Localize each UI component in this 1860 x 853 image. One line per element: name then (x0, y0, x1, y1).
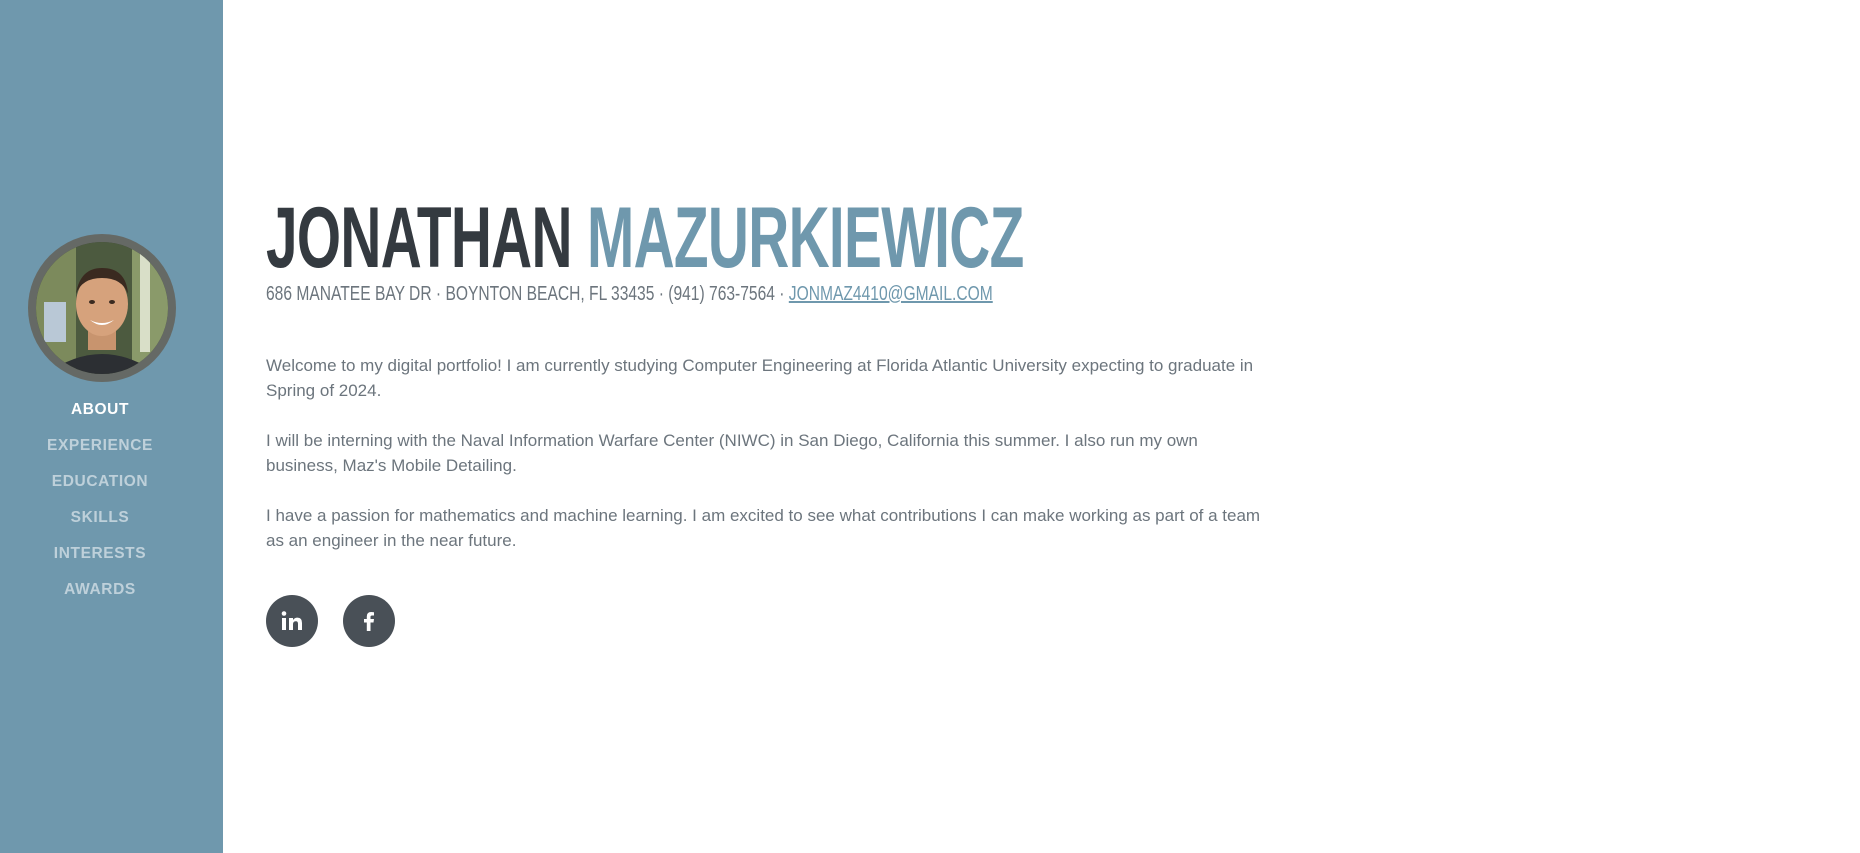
address-text: 686 MANATEE BAY DR · BOYNTON BEACH, FL 3… (266, 283, 789, 305)
profile-photo (36, 242, 168, 374)
nav-item-skills[interactable]: SKILLS (0, 506, 200, 542)
nav-item-education[interactable]: EDUCATION (0, 470, 200, 506)
nav-item-interests[interactable]: INTERESTS (0, 542, 200, 578)
sidebar: ABOUT EXPERIENCE EDUCATION SKILLS INTERE… (0, 0, 223, 853)
about-paragraph-3: I have a passion for mathematics and mac… (266, 506, 1261, 550)
page-title: JONATHAN MAZURKIEWICZ (266, 188, 1024, 288)
email-link[interactable]: JONMAZ4410@GMAIL.COM (789, 283, 993, 305)
nav-item-experience[interactable]: EXPERIENCE (0, 434, 200, 470)
sidebar-nav: ABOUT EXPERIENCE EDUCATION SKILLS INTERE… (0, 398, 200, 614)
about-paragraph-2: I will be interning with the Naval Infor… (266, 431, 1198, 475)
facebook-icon (364, 612, 374, 631)
facebook-button[interactable] (343, 595, 395, 647)
first-name: JONATHAN (266, 190, 573, 286)
profile-avatar[interactable] (28, 234, 176, 382)
nav-item-awards[interactable]: AWARDS (0, 578, 200, 614)
linkedin-icon (281, 611, 302, 630)
last-name: MAZURKIEWICZ (586, 190, 1024, 286)
about-paragraph-1: Welcome to my digital portfolio! I am cu… (266, 356, 1254, 400)
nav-item-about[interactable]: ABOUT (0, 398, 200, 434)
contact-line: 686 MANATEE BAY DR · BOYNTON BEACH, FL 3… (266, 282, 993, 306)
linkedin-button[interactable] (266, 595, 318, 647)
